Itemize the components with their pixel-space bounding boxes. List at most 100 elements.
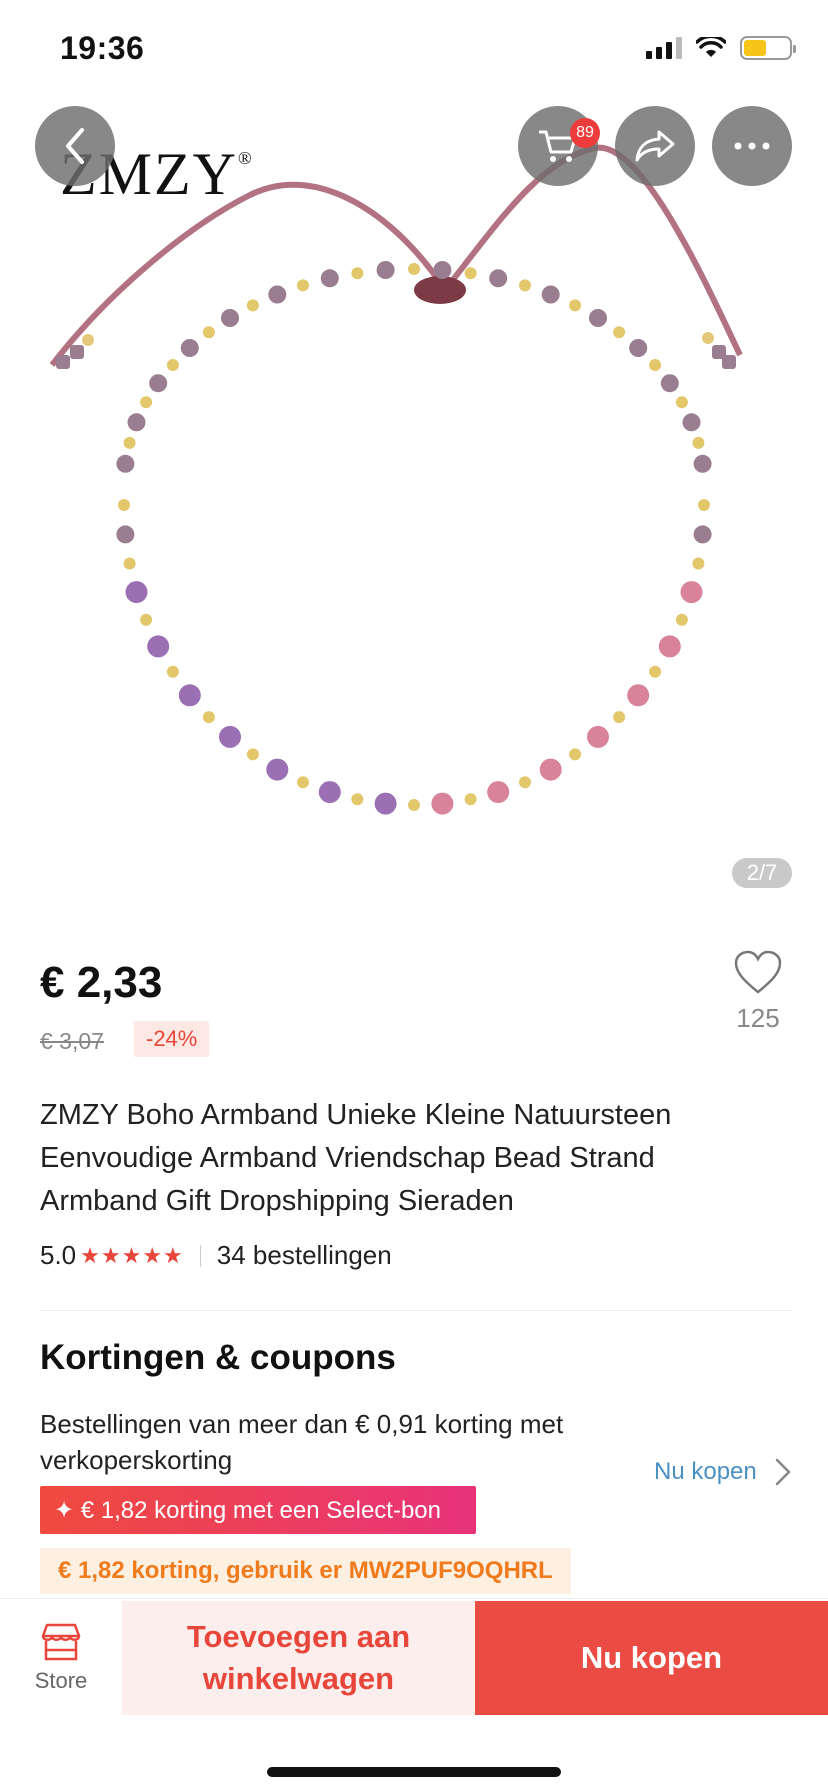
- status-time: 19:36: [60, 30, 145, 66]
- bead: [487, 781, 510, 804]
- bead: [658, 635, 681, 658]
- bottom-action-bar: Store Toevoegen aan winkelwagen Nu kopen: [0, 1598, 828, 1792]
- bead: [431, 792, 454, 815]
- bead: [123, 557, 136, 570]
- bead: [569, 748, 582, 761]
- cart-button[interactable]: 89: [518, 106, 600, 186]
- share-icon: [635, 130, 675, 162]
- coupon-buy-link[interactable]: Nu kopen: [654, 1458, 791, 1486]
- more-options-button[interactable]: [712, 106, 792, 186]
- wishlist-count: 125: [736, 1003, 780, 1033]
- add-to-cart-button[interactable]: Toevoegen aan winkelwagen: [122, 1601, 475, 1715]
- bead: [374, 792, 397, 815]
- bead: [693, 525, 712, 544]
- discount-badge: -24%: [134, 1021, 210, 1057]
- add-to-cart-label: Toevoegen aan winkelwagen: [186, 1619, 411, 1696]
- star-rating-icon: ★★★★★: [80, 1242, 184, 1268]
- bead: [376, 261, 395, 279]
- bead: [408, 799, 420, 811]
- back-button[interactable]: [35, 106, 115, 186]
- image-counter: 2/7: [732, 858, 792, 888]
- bead: [693, 454, 712, 473]
- chevron-left-icon: [66, 128, 84, 164]
- bead: [682, 413, 701, 432]
- heart-icon: [734, 950, 782, 994]
- bead: [297, 776, 309, 789]
- bead: [118, 499, 130, 511]
- coupon-code-badge[interactable]: € 1,82 korting, gebruik er MW2PUF9OQHRL: [40, 1548, 571, 1594]
- store-icon: [41, 1623, 81, 1661]
- bead: [541, 285, 560, 304]
- bead: [219, 725, 241, 748]
- bead: [202, 326, 215, 339]
- bead: [221, 309, 239, 327]
- bead: [149, 374, 168, 393]
- bead: [127, 413, 146, 432]
- bead: [613, 326, 626, 339]
- bead: [246, 299, 259, 312]
- bead: [489, 269, 508, 288]
- bead: [675, 396, 688, 409]
- select-coupon-badge[interactable]: ✦ € 1,82 korting met een Select-bon: [40, 1486, 476, 1534]
- bead: [649, 665, 662, 678]
- wishlist-button[interactable]: 125: [728, 950, 788, 1034]
- product-title: ZMZY Boho Armband Unieke Kleine Natuurst…: [40, 1099, 672, 1217]
- wifi-icon: [696, 37, 726, 57]
- bead: [123, 436, 136, 449]
- current-price: € 2,33: [40, 958, 163, 1007]
- divider: [199, 1244, 201, 1267]
- bead: [125, 581, 148, 604]
- home-indicator[interactable]: [267, 1767, 561, 1777]
- bead: [202, 711, 215, 724]
- bead: [629, 339, 648, 357]
- bead: [649, 359, 662, 371]
- bead: [464, 267, 477, 280]
- rating-value: 5.0: [40, 1240, 77, 1270]
- chevron-right-icon: [775, 1458, 791, 1486]
- section-divider: [40, 1310, 792, 1311]
- signal-icon: [646, 37, 682, 59]
- bead: [180, 339, 199, 357]
- bead: [140, 613, 153, 626]
- coupons-heading: Kortingen & coupons: [40, 1338, 396, 1377]
- bead: [266, 758, 289, 781]
- bead: [539, 758, 562, 781]
- cart-count-badge: 89: [570, 118, 600, 148]
- share-button[interactable]: [615, 106, 695, 186]
- bead: [675, 613, 688, 626]
- bead: [680, 581, 703, 604]
- bead: [589, 309, 607, 327]
- bead: [464, 793, 477, 806]
- store-button[interactable]: Store: [0, 1599, 122, 1717]
- bead: [147, 635, 170, 658]
- bead: [698, 499, 710, 511]
- bead: [116, 525, 135, 544]
- bead: [569, 299, 582, 312]
- bead: [519, 279, 531, 292]
- rating-row: 5.0 ★★★★★ 34 bestellingen: [40, 1240, 392, 1271]
- coupon-buy-link-label: Nu kopen: [654, 1458, 757, 1485]
- status-bar: 19:36: [0, 0, 828, 100]
- bead: [318, 781, 341, 804]
- product-image-gallery[interactable]: ZMZY® 89 2/7: [0, 100, 828, 900]
- order-count: 34 bestellingen: [216, 1240, 392, 1270]
- bead: [116, 454, 135, 473]
- bead: [692, 557, 705, 570]
- bead: [613, 711, 626, 724]
- more-icon: [734, 142, 770, 150]
- buy-now-button[interactable]: Nu kopen: [475, 1601, 828, 1715]
- bead: [297, 279, 309, 292]
- bead: [692, 436, 705, 449]
- bead: [408, 263, 420, 275]
- bead: [351, 793, 364, 806]
- bead: [433, 261, 452, 279]
- bead: [166, 359, 179, 371]
- buy-now-label: Nu kopen: [580, 1640, 723, 1675]
- bead: [587, 725, 609, 748]
- bead: [660, 374, 679, 393]
- bead: [268, 285, 287, 304]
- bead: [320, 269, 339, 288]
- bead: [627, 684, 650, 707]
- bead: [140, 396, 153, 409]
- bracelet-image: [49, 144, 743, 815]
